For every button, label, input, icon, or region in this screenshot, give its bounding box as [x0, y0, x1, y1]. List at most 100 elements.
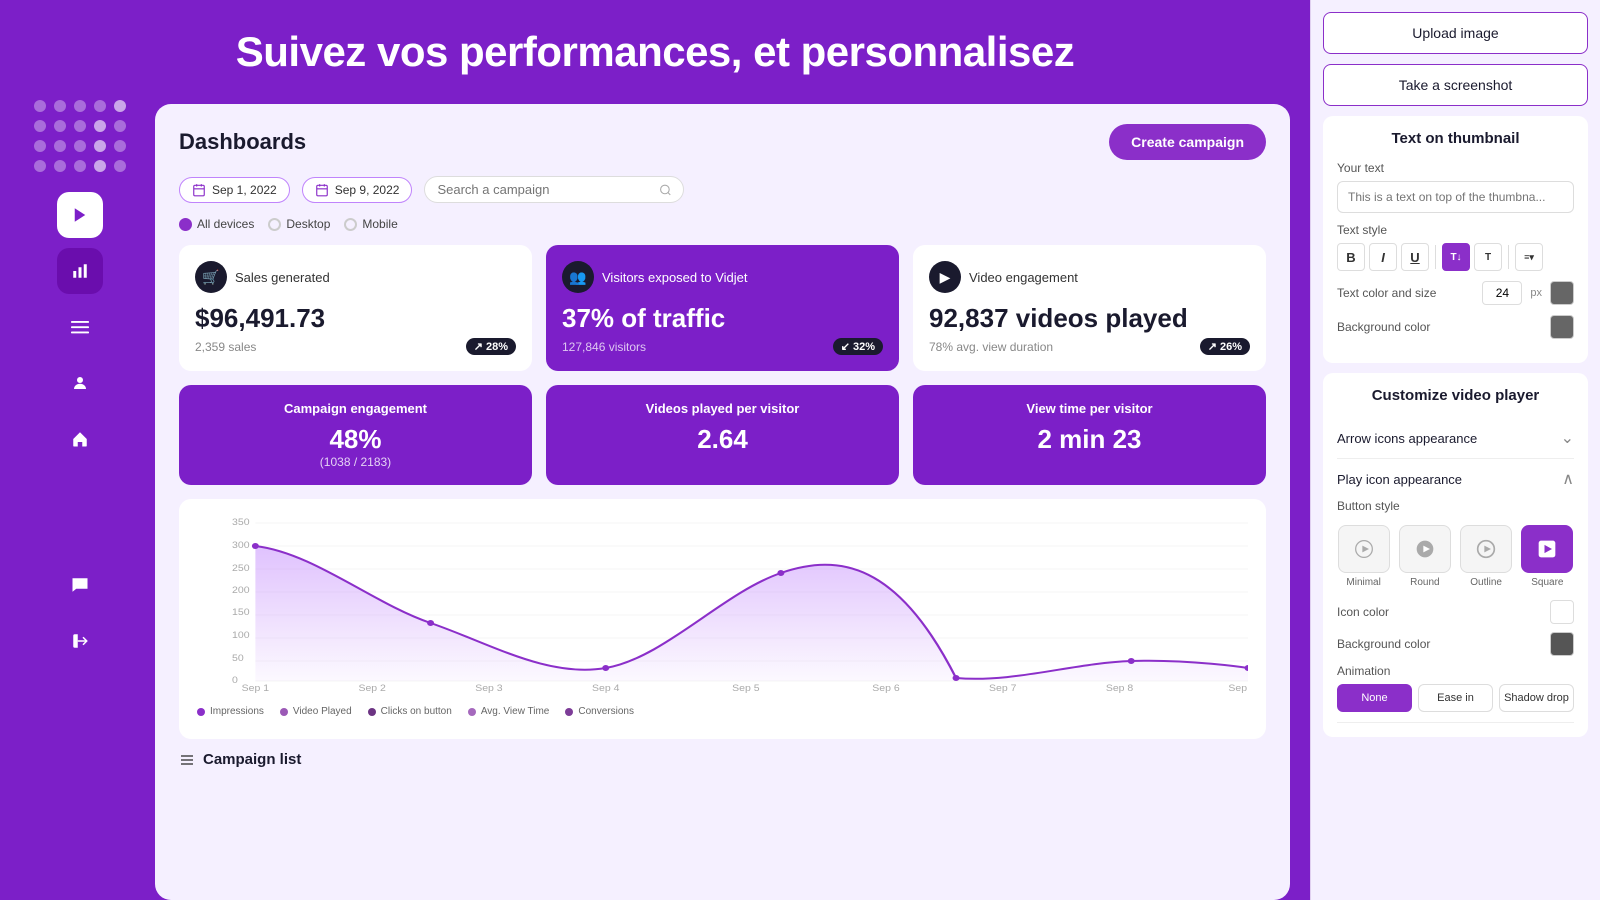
bg-color-swatch[interactable] — [1550, 315, 1574, 339]
svg-text:150: 150 — [232, 608, 250, 618]
sidebar-item-home[interactable] — [57, 416, 103, 462]
svg-text:350: 350 — [232, 518, 250, 528]
sales-label: Sales generated — [235, 270, 330, 285]
legend-videoplayed: Video Played — [280, 706, 352, 717]
play-icon-header[interactable]: Play icon appearance ∧ — [1337, 469, 1574, 489]
bg-color-swatch-player[interactable] — [1550, 632, 1574, 656]
legend-dot-videoplayed — [280, 708, 288, 716]
text-type-button[interactable]: T — [1474, 243, 1502, 271]
upload-image-button[interactable]: Upload image — [1323, 12, 1588, 54]
sidebar-item-export[interactable] — [57, 618, 103, 664]
bold-button[interactable]: B — [1337, 243, 1365, 271]
device-mobile[interactable]: Mobile — [344, 217, 397, 231]
device-desktop-label: Desktop — [286, 217, 330, 231]
eng-campaign-sub: (1038 / 2183) — [195, 455, 516, 469]
italic-button[interactable]: I — [1369, 243, 1397, 271]
anim-shadowdrop-button[interactable]: Shadow drop — [1499, 684, 1574, 712]
search-input[interactable] — [437, 182, 652, 197]
legend-label-impressions: Impressions — [210, 706, 264, 717]
underline-button[interactable]: U — [1401, 243, 1429, 271]
sales-icon: 🛒 — [195, 261, 227, 293]
svg-text:50: 50 — [232, 654, 244, 664]
video-sub-text: 78% avg. view duration — [929, 340, 1053, 354]
dot — [74, 160, 86, 172]
anim-none-button[interactable]: None — [1337, 684, 1412, 712]
video-label: Video engagement — [969, 270, 1078, 285]
chart-point — [602, 665, 609, 671]
date-end-label: Sep 9, 2022 — [335, 183, 400, 197]
dot — [94, 100, 106, 112]
chart-point — [1128, 658, 1135, 664]
sidebar-item-chat[interactable] — [57, 562, 103, 608]
svg-text:300: 300 — [232, 541, 250, 551]
eng-videos-label: Videos played per visitor — [562, 401, 883, 416]
sidebar-item-user[interactable] — [57, 360, 103, 406]
svg-text:Sep 4: Sep 4 — [592, 684, 620, 693]
campaign-list-label: Campaign list — [203, 751, 301, 768]
date-start-picker[interactable]: Sep 1, 2022 — [179, 177, 290, 203]
anim-easein-button[interactable]: Ease in — [1418, 684, 1493, 712]
visitors-sub: 127,846 visitors ↙ 32% — [562, 338, 883, 355]
device-desktop[interactable]: Desktop — [268, 217, 330, 231]
dot — [74, 100, 86, 112]
eng-campaign-value: 48% — [195, 424, 516, 455]
legend-viewtime: Avg. View Time — [468, 706, 550, 717]
style-divider — [1435, 245, 1436, 269]
font-size-input[interactable] — [1482, 281, 1522, 305]
thumbnail-text-input[interactable] — [1337, 181, 1574, 213]
create-campaign-button[interactable]: Create campaign — [1109, 124, 1266, 160]
chart-svg: 350 300 250 200 150 100 50 0 — [197, 513, 1248, 693]
legend-impressions: Impressions — [197, 706, 264, 717]
legend-dot-viewtime — [468, 708, 476, 716]
btn-style-outline[interactable]: Outline — [1460, 525, 1513, 588]
svg-text:Sep 1: Sep 1 — [242, 684, 269, 693]
text-style-row: B I U T↓ T ≡▾ — [1337, 243, 1574, 271]
visitors-value: 37% of traffic — [562, 303, 883, 334]
device-filters: All devices Desktop Mobile — [179, 217, 1266, 231]
minimal-style-icon — [1338, 525, 1390, 573]
style-divider-2 — [1508, 245, 1509, 269]
video-sub: 78% avg. view duration ↗ 26% — [929, 338, 1250, 355]
radio-mobile — [344, 218, 357, 231]
device-all[interactable]: All devices — [179, 217, 254, 231]
outline-label: Outline — [1470, 577, 1502, 588]
align-left-button[interactable]: T↓ — [1442, 243, 1470, 271]
device-all-label: All devices — [197, 217, 254, 231]
chart-point — [953, 675, 960, 681]
outline-style-icon — [1460, 525, 1512, 573]
sidebar-item-chart[interactable] — [57, 248, 103, 294]
color-size-label: Text color and size — [1337, 286, 1474, 300]
search-box[interactable] — [424, 176, 684, 203]
text-color-swatch[interactable] — [1550, 281, 1574, 305]
legend-dot-impressions — [197, 708, 205, 716]
sales-badge: ↗ 28% — [466, 338, 516, 355]
bg-color-row: Background color — [1337, 315, 1574, 339]
bg-color-label-player: Background color — [1337, 637, 1430, 651]
eng-campaign-label: Campaign engagement — [195, 401, 516, 416]
arrow-icons-accordion: Arrow icons appearance ⌄ — [1337, 418, 1574, 459]
legend-label-videoplayed: Video Played — [293, 706, 352, 717]
video-value: 92,837 videos played — [929, 303, 1250, 334]
text-style-label: Text style — [1337, 223, 1574, 237]
sales-value: $96,491.73 — [195, 303, 516, 334]
dot — [114, 160, 126, 172]
btn-style-round[interactable]: Round — [1398, 525, 1451, 588]
svg-text:Sep 9: Sep 9 — [1228, 684, 1248, 693]
date-end-picker[interactable]: Sep 9, 2022 — [302, 177, 413, 203]
chart-point — [777, 570, 784, 576]
align-button[interactable]: ≡▾ — [1515, 243, 1543, 271]
btn-style-minimal[interactable]: Minimal — [1337, 525, 1390, 588]
take-screenshot-button[interactable]: Take a screenshot — [1323, 64, 1588, 106]
stat-cards: 🛒 Sales generated $96,491.73 2,359 sales… — [179, 245, 1266, 371]
dot — [54, 140, 66, 152]
arrow-icons-header[interactable]: Arrow icons appearance ⌄ — [1337, 428, 1574, 448]
sidebar-item-hamburger[interactable] — [57, 304, 103, 350]
dot — [94, 160, 106, 172]
eng-videos-value: 2.64 — [562, 424, 883, 455]
sidebar-item-play[interactable] — [57, 192, 103, 238]
btn-style-square[interactable]: Square — [1521, 525, 1574, 588]
icon-color-swatch[interactable] — [1550, 600, 1574, 624]
legend-label-clicks: Clicks on button — [381, 706, 452, 717]
animation-buttons: None Ease in Shadow drop — [1337, 684, 1574, 712]
dot — [74, 140, 86, 152]
